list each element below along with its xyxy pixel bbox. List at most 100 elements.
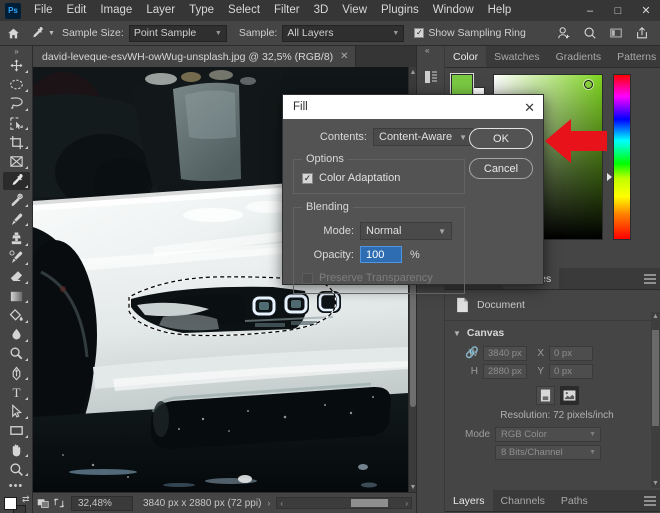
- maximize-button[interactable]: □: [604, 0, 632, 21]
- frame-tool[interactable]: [3, 152, 30, 170]
- move-tool[interactable]: [3, 56, 30, 74]
- hue-slider[interactable]: [613, 74, 631, 240]
- portrait-orientation-button[interactable]: [535, 386, 555, 405]
- hand-tool[interactable]: [3, 441, 30, 459]
- toolbar-color-swatches[interactable]: ⇄: [3, 494, 30, 513]
- tab-channels[interactable]: Channels: [493, 490, 553, 511]
- scroll-up-icon[interactable]: ▲: [409, 67, 416, 77]
- sample-size-select[interactable]: Point Sample ▼: [128, 24, 227, 42]
- menu-file[interactable]: File: [27, 0, 60, 21]
- scrollbar-thumb[interactable]: [652, 330, 659, 426]
- rail-expand-icon[interactable]: «: [425, 46, 430, 55]
- tab-swatches[interactable]: Swatches: [486, 46, 548, 67]
- crop-tool[interactable]: [3, 133, 30, 151]
- paint-bucket-tool[interactable]: [3, 306, 30, 324]
- menu-layer[interactable]: Layer: [139, 0, 182, 21]
- color-panel-foreground-swatch[interactable]: [450, 73, 474, 97]
- menu-help[interactable]: Help: [481, 0, 519, 21]
- close-icon[interactable]: ✕: [524, 101, 535, 114]
- minimize-button[interactable]: –: [576, 0, 604, 21]
- foreground-color-swatch[interactable]: [3, 497, 17, 511]
- properties-panel-menu-icon[interactable]: [639, 268, 660, 289]
- tab-color[interactable]: Color: [445, 46, 487, 67]
- search-icon[interactable]: [578, 21, 602, 45]
- zoom-level-field[interactable]: 32,48%: [71, 495, 133, 511]
- tab-paths[interactable]: Paths: [553, 490, 596, 511]
- dodge-tool[interactable]: [3, 345, 30, 363]
- clone-stamp-tool[interactable]: [3, 229, 30, 247]
- menu-plugins[interactable]: Plugins: [374, 0, 426, 21]
- eyedropper-icon[interactable]: [26, 21, 48, 46]
- color-mode-select[interactable]: RGB Color ▼: [495, 427, 601, 442]
- close-button[interactable]: ✕: [632, 0, 660, 21]
- y-input[interactable]: 0 px: [549, 364, 593, 379]
- path-selection-tool[interactable]: [3, 403, 30, 421]
- eyedropper-tool[interactable]: [2, 171, 30, 190]
- spot-healing-brush-tool[interactable]: [3, 191, 30, 209]
- toolbar-collapse-icon[interactable]: »: [0, 46, 33, 56]
- contents-select[interactable]: Content-Aware ▼: [373, 128, 473, 146]
- properties-vertical-scrollbar[interactable]: ▲ ▼: [651, 312, 660, 488]
- menu-select[interactable]: Select: [221, 0, 267, 21]
- add-person-icon[interactable]: [552, 21, 576, 45]
- swap-colors-icon[interactable]: ⇄: [22, 494, 30, 505]
- scroll-down-icon[interactable]: ▼: [409, 482, 416, 492]
- history-brush-tool[interactable]: [3, 249, 30, 267]
- tab-layers[interactable]: Layers: [445, 490, 493, 511]
- type-tool[interactable]: T: [3, 383, 30, 401]
- color-picker-cursor-icon[interactable]: [584, 80, 593, 89]
- hue-slider-marker-icon[interactable]: [607, 173, 612, 181]
- canvas-section-header[interactable]: ▼ Canvas: [445, 321, 660, 343]
- scroll-up-icon[interactable]: ▲: [651, 312, 660, 321]
- share-icon[interactable]: [630, 21, 654, 45]
- more-tools-icon[interactable]: •••: [9, 479, 24, 492]
- landscape-orientation-button[interactable]: [559, 386, 579, 405]
- document-tab[interactable]: david-leveque-esvWH-owWug-unsplash.jpg @…: [33, 46, 356, 67]
- workspace-icon[interactable]: [604, 21, 628, 45]
- ok-button[interactable]: OK: [469, 128, 533, 149]
- blend-mode-select[interactable]: Normal ▼: [360, 222, 452, 240]
- object-selection-tool[interactable]: [3, 114, 30, 132]
- home-icon[interactable]: [0, 21, 26, 46]
- link-dimensions-icon[interactable]: 🔗: [465, 346, 479, 359]
- menu-window[interactable]: Window: [426, 0, 481, 21]
- horizontal-scrollbar-thumb[interactable]: [350, 499, 389, 507]
- rectangle-tool[interactable]: [3, 422, 30, 440]
- document-tab-title: david-leveque-esvWH-owWug-unsplash.jpg @…: [42, 50, 334, 63]
- status-expand-icon[interactable]: ›: [261, 498, 276, 508]
- zoom-tool[interactable]: [3, 460, 30, 478]
- scroll-right-icon[interactable]: ›: [405, 499, 408, 508]
- opacity-input[interactable]: 100: [360, 246, 402, 263]
- menu-type[interactable]: Type: [182, 0, 221, 21]
- document-tab-close-icon[interactable]: ✕: [340, 51, 348, 62]
- brush-tool[interactable]: [3, 210, 30, 228]
- eraser-tool[interactable]: [3, 268, 30, 286]
- tab-gradients[interactable]: Gradients: [548, 46, 610, 67]
- scroll-left-icon[interactable]: ‹: [280, 499, 283, 508]
- menu-image[interactable]: Image: [93, 0, 139, 21]
- gradient-tool[interactable]: [3, 287, 30, 305]
- pen-tool[interactable]: [3, 364, 30, 382]
- width-input[interactable]: 3840 px: [483, 346, 527, 361]
- tool-preset-chevron-icon[interactable]: ▼: [48, 21, 60, 46]
- cancel-button[interactable]: Cancel: [469, 158, 533, 179]
- scroll-down-icon[interactable]: ▼: [651, 479, 660, 488]
- x-input[interactable]: 0 px: [549, 346, 593, 361]
- menu-filter[interactable]: Filter: [267, 0, 307, 21]
- sample-select[interactable]: All Layers ▼: [282, 24, 405, 42]
- adjustments-rail-icon[interactable]: [417, 62, 445, 92]
- color-adaptation-checkbox[interactable]: ✓ Color Adaptation: [302, 172, 456, 184]
- lasso-tool[interactable]: [3, 95, 30, 113]
- tab-patterns[interactable]: Patterns: [609, 46, 660, 67]
- bit-depth-select[interactable]: 8 Bits/Channel ▼: [495, 445, 601, 460]
- menu-edit[interactable]: Edit: [60, 0, 94, 21]
- layers-panel-menu-icon[interactable]: [639, 490, 660, 511]
- menu-view[interactable]: View: [335, 0, 374, 21]
- blur-tool[interactable]: [3, 326, 30, 344]
- menu-3d[interactable]: 3D: [307, 0, 336, 21]
- height-input[interactable]: 2880 px: [483, 364, 527, 379]
- fill-dialog-title-bar[interactable]: Fill ✕: [283, 95, 543, 119]
- show-sampling-ring-checkbox[interactable]: ✓ Show Sampling Ring: [414, 27, 526, 39]
- elliptical-marquee-tool[interactable]: [3, 76, 30, 94]
- horizontal-scrollbar[interactable]: ‹ ›: [276, 497, 412, 509]
